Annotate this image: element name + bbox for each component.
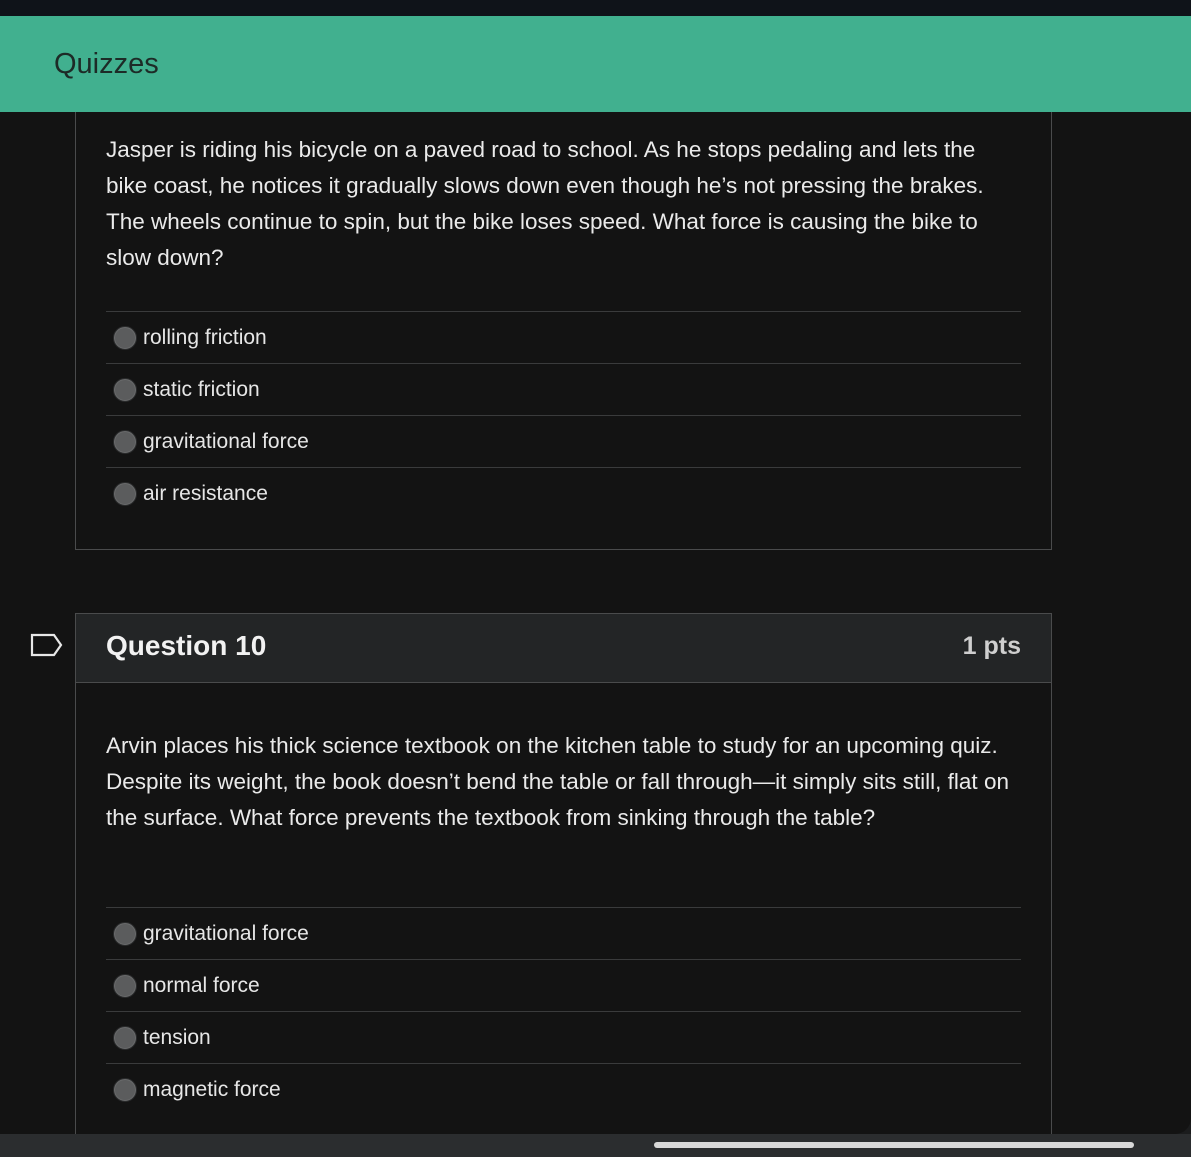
top-bezel <box>0 0 1191 16</box>
answer-label: magnetic force <box>143 1078 281 1101</box>
answer-option[interactable]: air resistance <box>106 468 1021 520</box>
radio-button[interactable] <box>113 429 137 454</box>
app-header: Quizzes <box>0 16 1191 112</box>
question-header: Question 10 1 pts <box>76 614 1051 683</box>
answer-option[interactable]: gravitational force <box>106 908 1021 960</box>
radio-button[interactable] <box>113 973 137 998</box>
question-points: 1 pts <box>962 632 1021 660</box>
answer-option[interactable]: normal force <box>106 960 1021 1012</box>
answer-label: air resistance <box>143 482 268 505</box>
page-title: Quizzes <box>54 48 159 80</box>
question-card-previous: Jasper is riding his bicycle on a paved … <box>75 112 1052 550</box>
radio-button[interactable] <box>113 921 137 946</box>
home-indicator[interactable] <box>654 1142 1134 1148</box>
answer-label: tension <box>143 1025 211 1049</box>
answer-option[interactable]: tension <box>106 1012 1021 1064</box>
answer-label: normal force <box>143 973 260 997</box>
question-text: Arvin places his thick science textbook … <box>106 733 1009 830</box>
radio-button[interactable] <box>113 377 137 402</box>
radio-button[interactable] <box>113 482 137 506</box>
question-text: Jasper is riding his bicycle on a paved … <box>106 137 984 270</box>
radio-button[interactable] <box>113 1078 137 1102</box>
answer-label: static friction <box>143 377 260 401</box>
answer-label: gravitational force <box>143 429 309 453</box>
answer-option[interactable]: gravitational force <box>106 416 1021 468</box>
quiz-content[interactable]: Jasper is riding his bicycle on a paved … <box>0 112 1191 1134</box>
answer-option[interactable]: rolling friction <box>106 312 1021 364</box>
answer-label: gravitational force <box>143 921 309 945</box>
answer-label: rolling friction <box>143 325 267 349</box>
screen: Quizzes Jasper is riding his bicycle on … <box>0 16 1191 1134</box>
device-frame: Quizzes Jasper is riding his bicycle on … <box>0 0 1191 1157</box>
answer-list: gravitational force normal force tension… <box>106 907 1021 1116</box>
answer-option[interactable]: static friction <box>106 364 1021 416</box>
answer-list: rolling friction static friction gravita… <box>106 311 1021 520</box>
answer-option[interactable]: magnetic force <box>106 1064 1021 1116</box>
flag-question-icon[interactable] <box>30 631 64 659</box>
radio-button[interactable] <box>113 1025 137 1050</box>
question-title: Question 10 <box>106 630 267 661</box>
question-card: Question 10 1 pts Arvin places his thick… <box>75 613 1052 1134</box>
radio-button[interactable] <box>113 325 137 350</box>
